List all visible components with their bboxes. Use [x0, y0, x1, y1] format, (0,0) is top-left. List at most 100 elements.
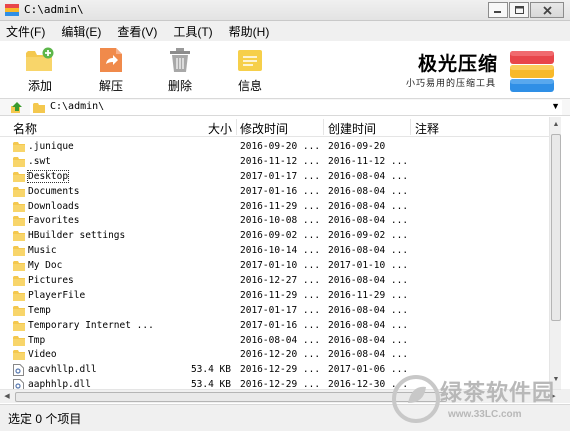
folder-icon: [13, 201, 25, 215]
menu-edit[interactable]: 编辑(E): [59, 23, 103, 40]
info-button[interactable]: 信息: [230, 47, 270, 94]
dll-file-icon: [13, 364, 24, 379]
close-icon: [542, 5, 552, 15]
address-bar: C:\admin\ ▼: [0, 98, 570, 116]
column-created[interactable]: 创建时间: [328, 120, 376, 137]
file-modified: 2016-10-14 ...: [240, 245, 321, 257]
file-modified: 2016-11-12 ...: [240, 155, 321, 167]
file-created: 2017-01-10 ...: [328, 260, 409, 272]
menu-file[interactable]: 文件(F): [4, 23, 47, 40]
file-modified: 2016-12-29 ...: [240, 379, 321, 389]
file-row[interactable]: Desktop 2017-01-17 ... 2016-08-04 ...: [0, 169, 560, 185]
file-modified: 2017-01-16 ...: [240, 319, 321, 331]
file-created: 2016-08-04 ...: [328, 319, 409, 331]
file-modified: 2016-09-02 ...: [240, 230, 321, 242]
column-size[interactable]: 大小: [208, 120, 232, 137]
list-header: 名称 大小 修改时间 创建时间 注释: [0, 117, 560, 137]
file-row[interactable]: .swt 2016-11-12 ... 2016-11-12 ...: [0, 155, 560, 170]
file-name: Temporary Internet ...: [28, 319, 154, 331]
scroll-thumb[interactable]: [15, 392, 447, 402]
file-created: 2016-09-20: [328, 141, 386, 152]
menu-bar: 文件(F) 编辑(E) 查看(V) 工具(T) 帮助(H): [0, 21, 570, 41]
chevron-down-icon[interactable]: ▼: [551, 101, 560, 111]
file-name: aacvhllp.dll: [28, 364, 97, 376]
file-modified: 2016-10-08 ...: [240, 215, 321, 227]
file-row[interactable]: Music 2016-10-14 ... 2016-08-04 ...: [0, 244, 560, 259]
close-button[interactable]: [530, 2, 564, 18]
brand-title: 极光压缩: [418, 54, 499, 75]
file-row[interactable]: Pictures 2016-12-27 ... 2016-08-04 ...: [0, 274, 560, 289]
file-created: 2016-08-04 ...: [328, 170, 409, 182]
menu-view[interactable]: 查看(V): [115, 23, 159, 40]
file-created: 2016-08-04 ...: [328, 275, 409, 287]
file-rows: .junique 2016-09-20 ... 2016-09-20 .swt 2016…: [0, 140, 560, 389]
window-title: C:\admin\: [24, 3, 84, 16]
address-field[interactable]: C:\admin\ ▼: [30, 100, 562, 115]
watermark-url: www.33LC.com: [448, 409, 522, 420]
menu-tools[interactable]: 工具(T): [171, 23, 214, 40]
file-name: Documents: [28, 185, 80, 197]
toolbar: 添加 解压 删除 信息 极光压缩 小巧易用的压缩工具: [0, 41, 570, 98]
column-divider[interactable]: [410, 119, 411, 135]
info-label: 信息: [237, 79, 262, 93]
file-row[interactable]: Favorites 2016-10-08 ... 2016-08-04 ...: [0, 214, 560, 229]
file-name: Desktop: [26, 169, 70, 183]
file-row[interactable]: Video 2016-12-20 ... 2016-08-04 ...: [0, 348, 560, 363]
file-name: Video: [28, 349, 57, 361]
file-row[interactable]: Temp 2017-01-17 ... 2016-08-04 ...: [0, 304, 560, 319]
minimize-icon: [494, 11, 501, 13]
file-modified: 2016-12-29 ...: [240, 364, 321, 376]
folder-icon: [13, 335, 25, 349]
column-divider[interactable]: [236, 119, 237, 135]
column-comment[interactable]: 注释: [415, 120, 439, 137]
file-modified: 2016-12-20 ...: [240, 349, 321, 361]
file-created: 2016-08-04 ...: [328, 349, 409, 361]
file-modified: 2016-08-04 ...: [240, 334, 321, 346]
up-level-button[interactable]: [10, 101, 24, 117]
vertical-scrollbar[interactable]: ▲ ▼: [549, 117, 561, 389]
column-divider[interactable]: [323, 119, 324, 135]
file-row[interactable]: Documents 2017-01-16 ... 2016-08-04 ...: [0, 185, 560, 200]
minimize-button[interactable]: [488, 2, 508, 18]
file-modified: 2017-01-10 ...: [240, 260, 321, 272]
file-modified: 2016-12-27 ...: [240, 275, 321, 287]
scroll-left-icon[interactable]: ◀: [0, 390, 14, 404]
file-modified: 2017-01-16 ...: [240, 185, 321, 197]
file-name: Downloads: [28, 200, 80, 212]
file-row[interactable]: Downloads 2016-11-29 ... 2016-08-04 ...: [0, 200, 560, 215]
file-name: .swt: [28, 155, 51, 167]
file-modified: 2016-11-29 ...: [240, 289, 321, 301]
file-name: Temp: [28, 304, 51, 316]
column-name[interactable]: 名称: [13, 120, 37, 137]
scroll-thumb[interactable]: [551, 134, 561, 321]
app-icon: [5, 4, 19, 16]
file-name: PlayerFile: [28, 289, 86, 301]
folder-icon: [13, 305, 25, 319]
file-list: 名称 大小 修改时间 创建时间 注释 .junique 2016-09-20 ..…: [0, 117, 560, 389]
status-text: 选定 0 个项目: [8, 412, 82, 426]
folder-icon: [33, 102, 45, 116]
file-row[interactable]: PlayerFile 2016-11-29 ... 2016-11-29 ...: [0, 289, 560, 304]
file-created: 2016-11-29 ...: [328, 289, 409, 301]
file-name: .junique: [28, 141, 74, 152]
file-row[interactable]: My Doc 2017-01-10 ... 2017-01-10 ...: [0, 259, 560, 274]
brand-logo: 极光压缩 小巧易用的压缩工具: [404, 47, 564, 95]
menu-help[interactable]: 帮助(H): [227, 23, 272, 40]
delete-label: 删除: [167, 79, 192, 93]
file-row[interactable]: Tmp 2016-08-04 ... 2016-08-04 ...: [0, 334, 560, 349]
file-row[interactable]: .junique 2016-09-20 ... 2016-09-20: [0, 140, 560, 155]
file-row[interactable]: Temporary Internet ... 2017-01-16 ... 2016…: [0, 319, 560, 334]
maximize-button[interactable]: [509, 2, 529, 18]
delete-button[interactable]: 删除: [160, 47, 200, 94]
folder-icon: [13, 215, 25, 229]
scroll-up-icon[interactable]: ▲: [550, 119, 562, 131]
add-folder-icon: [26, 47, 54, 71]
add-button[interactable]: 添加: [20, 47, 60, 94]
file-row[interactable]: HBuilder settings 2016-09-02 ... 2016-09-0…: [0, 229, 560, 244]
folder-icon: [13, 156, 25, 170]
extract-button[interactable]: 解压: [91, 47, 131, 94]
watermark-text: 绿茶软件园: [440, 380, 556, 405]
file-created: 2016-08-04 ...: [328, 245, 409, 257]
file-modified: 2016-09-20 ...: [240, 141, 321, 152]
column-modified[interactable]: 修改时间: [240, 120, 288, 137]
